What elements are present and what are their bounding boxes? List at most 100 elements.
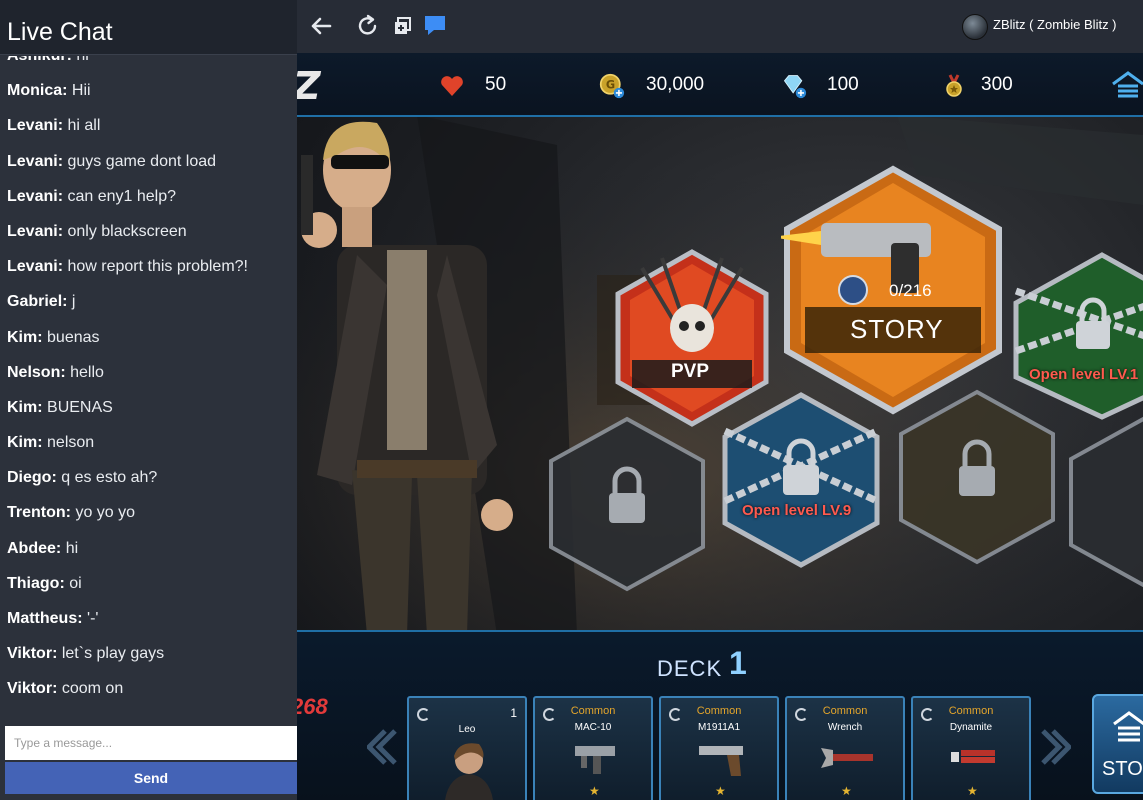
- chat-message-text: how report this problem?!: [67, 258, 248, 276]
- chat-message-separator: :: [57, 117, 68, 135]
- chat-message-user: Nelson: [7, 363, 61, 381]
- chat-message-text: buenas: [47, 328, 100, 346]
- chat-message: Diego: q es esto ah?: [7, 460, 292, 495]
- store-button[interactable]: STO: [1092, 694, 1143, 794]
- chat-message-separator: :: [57, 152, 68, 170]
- chat-message-user: Viktor: [7, 645, 53, 663]
- card-name: M1911A1: [697, 722, 741, 733]
- locked-mode-tile-a[interactable]: [547, 415, 707, 593]
- chat-message-separator: :: [57, 258, 68, 276]
- add-window-icon[interactable]: [390, 13, 416, 39]
- chat-message-user: Levani: [7, 222, 58, 240]
- card-name: MAC-10: [574, 722, 612, 733]
- chat-bubble-icon[interactable]: [422, 13, 448, 39]
- deck-bar: DECK 1 268 1 Leo Common MAC-10: [297, 630, 1143, 800]
- chat-message: Kim: nelson: [7, 425, 292, 460]
- chat-message-separator: :: [57, 187, 68, 205]
- chat-message-separator: :: [37, 398, 48, 416]
- chat-message-separator: :: [55, 539, 66, 557]
- chat-message-text: hi: [65, 539, 79, 557]
- chat-message-text: guys game dont load: [67, 152, 217, 170]
- chat-message-separator: :: [62, 82, 72, 100]
- chat-message-separator: :: [59, 574, 70, 592]
- deck-card-wrench[interactable]: Common Wrench ★: [785, 696, 905, 800]
- locked-mode-tile-lv9[interactable]: [721, 391, 881, 569]
- chat-message: Abdee: hi: [7, 531, 292, 566]
- card-rarity: Common: [696, 705, 742, 717]
- diamond-icon[interactable]: [781, 73, 807, 99]
- chat-message-user: Mattheus: [7, 610, 78, 627]
- medals-count: 300: [981, 74, 1013, 95]
- chat-message-text: '-': [87, 610, 99, 627]
- chat-message-separator: :: [37, 328, 48, 346]
- mac10-icon: [575, 746, 615, 774]
- deck-next-arrow-icon[interactable]: [1039, 727, 1071, 767]
- deck-card-dynamite[interactable]: Common Dynamite ★: [911, 696, 1031, 800]
- diamonds-count: 100: [827, 74, 859, 95]
- game-viewport[interactable]: Z 50 G 30,000 100 300: [297, 53, 1143, 800]
- refresh-icon[interactable]: [355, 13, 381, 39]
- chat-message: Levani: only blackscreen: [7, 214, 292, 249]
- open-level-lv9-label: Open level LV.9: [742, 502, 852, 519]
- wrench-icon: [821, 748, 873, 768]
- chat-message: Mattheus: '-': [7, 601, 292, 636]
- card-star-icon: ★: [841, 784, 852, 798]
- dynamite-icon: [951, 750, 995, 763]
- leo-portrait: [445, 743, 493, 800]
- chat-message-text: BUENAS: [47, 398, 113, 416]
- locked-mode-tile-b[interactable]: [897, 388, 1057, 566]
- deck-card-m1911a1[interactable]: Common M1911A1 ★: [659, 696, 779, 800]
- chat-message-separator: :: [52, 645, 62, 663]
- pvp-label: PVP: [671, 361, 710, 382]
- chat-message-text: j: [71, 293, 76, 311]
- chat-message-text: hi all: [67, 117, 101, 135]
- gold-coin-icon[interactable]: G: [599, 73, 625, 99]
- hero-character: [301, 121, 513, 635]
- back-arrow-icon[interactable]: [308, 13, 334, 39]
- deck-card-leo[interactable]: 1 Leo: [407, 696, 527, 800]
- game-avatar: [962, 14, 988, 40]
- open-level-lv1-label: Open level LV.1: [1029, 366, 1139, 383]
- locked-mode-tile-c[interactable]: [1067, 413, 1143, 591]
- send-button[interactable]: Send: [5, 762, 297, 794]
- deck-card-mac10[interactable]: Common MAC-10 ★: [533, 696, 653, 800]
- deck-prev-arrow-icon[interactable]: [367, 727, 399, 767]
- game-title: ZBlitz ( Zombie Blitz ): [993, 17, 1117, 32]
- store-icon: [1113, 711, 1143, 742]
- chat-message-user: Abdee: [7, 539, 56, 557]
- chat-message-text: hello: [70, 363, 104, 381]
- chat-message-user: Monica: [7, 82, 63, 100]
- chat-message-text: can eny1 help?: [67, 187, 176, 205]
- chat-message-user: Kim: [7, 328, 38, 346]
- chat-message: Nelson: hello: [7, 355, 292, 390]
- chat-message: Levani: how report this problem?!: [7, 249, 292, 284]
- chat-message-separator: :: [77, 610, 88, 627]
- top-toolbar: ZBlitz ( Zombie Blitz ): [297, 0, 1143, 53]
- chat-message-separator: :: [67, 56, 77, 64]
- story-progress: 0/216: [889, 281, 932, 300]
- chat-message-text: q es esto ah?: [61, 469, 158, 487]
- chat-message: Viktor: let`s play gays: [7, 636, 292, 671]
- chat-title: Live Chat: [7, 18, 113, 46]
- store-label: STO: [1102, 758, 1143, 780]
- home-icon[interactable]: [1111, 70, 1143, 100]
- card-level: 1: [510, 706, 517, 720]
- card-rarity: Common: [948, 705, 994, 717]
- chat-message: Viktor: coom on: [7, 671, 292, 706]
- chat-message-user: Levani: [7, 117, 58, 135]
- chat-message-text: Hii: [71, 82, 91, 100]
- chat-message: Thiago: oi: [7, 566, 292, 601]
- card-star-icon: ★: [715, 784, 726, 798]
- card-name: Dynamite: [949, 722, 993, 733]
- chat-message-text: nelson: [47, 434, 95, 452]
- chat-message-text: yo yo yo: [75, 504, 136, 522]
- chat-message-separator: :: [65, 504, 76, 522]
- chat-message-input[interactable]: [5, 726, 297, 760]
- chat-message-text: hi: [76, 56, 88, 64]
- chat-message-list[interactable]: Ashikur: hiMonica: HiiLevani: hi allLeva…: [0, 56, 297, 724]
- power-score: 268: [297, 694, 328, 719]
- chat-message-user: Gabriel: [7, 293, 63, 311]
- chat-message-text: oi: [69, 574, 82, 592]
- m1911a1-icon: [699, 746, 743, 776]
- chat-message-user: Viktor: [7, 680, 53, 698]
